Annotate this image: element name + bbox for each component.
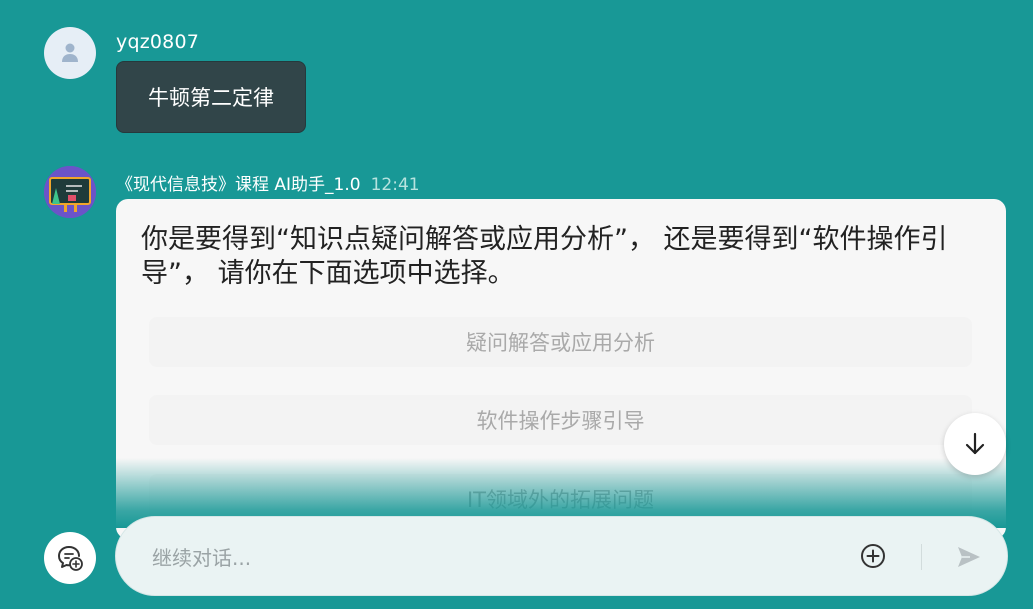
send-button[interactable] [953, 541, 985, 573]
bot-reply-text: 你是要得到“知识点疑问解答或应用分析”， 还是要得到“软件操作引导”， 请你在下… [141, 224, 948, 289]
arrow-down-icon [965, 432, 985, 455]
scroll-to-bottom-button[interactable] [944, 413, 1006, 475]
user-icon [62, 43, 78, 62]
plus-circle-icon [861, 544, 885, 568]
send-icon [958, 547, 980, 567]
attach-button[interactable] [858, 541, 888, 571]
message-composer [115, 516, 1008, 596]
composer-divider [921, 544, 922, 570]
new-chat-button[interactable] [44, 532, 96, 584]
chat-plus-icon [58, 546, 83, 571]
choice-software-guide[interactable]: 软件操作步骤引导 [149, 395, 972, 445]
user-name: yqz0807 [116, 31, 200, 53]
bot-name: 《现代信息技》课程 AI助手_1.0 [116, 175, 361, 195]
bot-avatar [44, 166, 96, 218]
bot-name-line: 《现代信息技》课程 AI助手_1.0 12:41 [116, 170, 420, 195]
user-avatar [44, 27, 96, 79]
message-timestamp: 12:41 [370, 175, 420, 195]
blackboard-icon [44, 166, 96, 218]
user-message-bubble: 牛顿第二定律 [116, 61, 306, 133]
choice-qa-analysis[interactable]: 疑问解答或应用分析 [149, 317, 972, 367]
bot-reply-card: 你是要得到“知识点疑问解答或应用分析”， 还是要得到“软件操作引导”， 请你在下… [116, 199, 1006, 539]
message-input[interactable] [150, 537, 834, 579]
